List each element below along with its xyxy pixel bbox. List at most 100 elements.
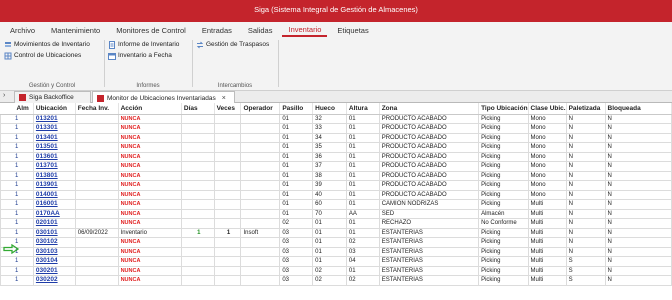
table-row[interactable]: 1 013601 NUNCA 01 36 01 PRODUCTO ACABADO Pickin… [0, 151, 672, 162]
col-ubicacion-cell[interactable]: 030101 [32, 227, 76, 238]
inventario-fecha-button[interactable]: Inventario a Fecha [108, 50, 188, 61]
col-bloqueada-cell: N [604, 265, 672, 276]
col-ubicacion-cell[interactable]: 013801 [32, 170, 76, 181]
col-hueco-header[interactable]: Hueco [312, 103, 347, 115]
inventario-fecha-label: Inventario a Fecha [118, 52, 172, 59]
col-altura-cell: 01 [345, 227, 380, 238]
col-pasillo-header[interactable]: Pasillo [279, 103, 314, 115]
col-ubicacion-cell[interactable]: 013401 [32, 132, 76, 143]
table-row[interactable]: 1 013801 NUNCA 01 38 01 PRODUCTO ACABADO Pickin… [0, 170, 672, 181]
panel-toggle-icon[interactable]: › [3, 92, 5, 99]
table-row[interactable]: 1 030104 NUNCA 03 01 04 ESTANTERIAS Picking Mult… [0, 256, 672, 267]
col-accion-header[interactable]: Acción [118, 103, 182, 115]
col-bloqueada-cell: N [604, 199, 672, 210]
col-ubicacion-cell[interactable]: 013301 [32, 123, 76, 134]
col-fecha-inv-cell [74, 246, 119, 257]
ribbon-group-intercambios: Gestión de Traspasos Intercambios [196, 39, 274, 89]
table-row[interactable]: 1 013701 NUNCA 01 37 01 PRODUCTO ACABADO Pickin… [0, 161, 672, 172]
col-paletizada-cell: N [565, 189, 606, 200]
col-altura-cell: 01 [345, 161, 380, 172]
col-veces-cell [213, 151, 242, 162]
col-operador-cell [240, 189, 281, 200]
col-bloqueada-header[interactable]: Bloqueada [605, 103, 672, 115]
table-row[interactable]: 1 013901 NUNCA 01 39 01 PRODUCTO ACABADO Pickin… [0, 180, 672, 191]
col-zona-cell: ESTANTERIAS [378, 256, 480, 267]
movimientos-inventario-button[interactable]: Movimientos de Inventario [4, 39, 100, 50]
col-bloqueada-cell: N [604, 246, 672, 257]
col-veces-header[interactable]: Veces [214, 103, 242, 115]
col-ubicacion-cell[interactable]: 030102 [32, 237, 76, 248]
col-bloqueada-cell: N [604, 275, 672, 286]
table-row[interactable]: 1 013201 NUNCA 01 32 01 PRODUCTO ACABADO Pickin… [0, 113, 672, 124]
col-ubicacion-cell[interactable]: 030103 [32, 246, 76, 257]
col-tipo-ubicacion-header[interactable]: Tipo Ubicación [478, 103, 529, 115]
col-pasillo-cell: 01 [279, 151, 314, 162]
col-fecha-inv-cell [74, 123, 119, 134]
col-ubicacion-cell[interactable]: 016001 [32, 199, 76, 210]
col-veces-cell [213, 170, 242, 181]
menu-monitores-de-control[interactable]: Monitores de Control [110, 26, 192, 37]
col-clase-ubic-cell: Multi [527, 208, 567, 219]
col-alm-header[interactable]: Alm [0, 103, 34, 115]
col-ubicacion-cell[interactable]: 013501 [32, 142, 76, 153]
col-ubicacion-cell[interactable]: 013601 [32, 151, 76, 162]
col-hueco-cell: 01 [312, 256, 347, 267]
table-row[interactable]: 1 016001 NUNCA 01 60 01 CAMION NODRIZAS Picking… [0, 199, 672, 210]
col-ubicacion-cell[interactable]: 030202 [32, 275, 76, 286]
document-tabs: › Siga Backoffice Monitor de Ubicaciones… [0, 91, 672, 104]
col-clase-ubic-cell: Multi [527, 275, 567, 286]
current-row-arrow-icon [3, 244, 19, 254]
table-row[interactable]: 1 0170AA NUNCA 01 70 AA SED Almacén Multi N N [0, 208, 672, 219]
col-bloqueada-cell: N [604, 161, 672, 172]
menu-inventario[interactable]: Inventario [282, 25, 328, 37]
menu-etiquetas[interactable]: Etiquetas [331, 26, 374, 37]
col-operador-cell [240, 275, 281, 286]
col-ubicacion-cell[interactable]: 030104 [32, 256, 76, 267]
menu-mantenimiento[interactable]: Mantenimiento [45, 26, 106, 37]
col-clase-ubic-header[interactable]: Clase Ubic. [528, 103, 567, 115]
col-fecha-inv-header[interactable]: Fecha Inv. [75, 103, 119, 115]
col-dias-cell [180, 123, 215, 134]
col-ubicacion-cell[interactable]: 030201 [32, 265, 76, 276]
menu-entradas[interactable]: Entradas [196, 26, 238, 37]
col-paletizada-header[interactable]: Paletizada [566, 103, 606, 115]
col-accion-cell: NUNCA [117, 170, 182, 181]
col-operador-cell [240, 170, 281, 181]
close-icon[interactable]: × [222, 95, 226, 102]
col-ubicacion-cell[interactable]: 0170AA [32, 208, 76, 219]
col-ubicacion-cell[interactable]: 020101 [32, 218, 76, 229]
col-dias-cell [180, 142, 215, 153]
table-row[interactable]: 1 013501 NUNCA 01 35 01 PRODUCTO ACABADO Pickin… [0, 142, 672, 153]
table-row[interactable]: 1 013401 NUNCA 01 34 01 PRODUCTO ACABADO Pickin… [0, 132, 672, 143]
ribbon-group-informes: Informe de Inventario Inventario a Fecha… [108, 39, 188, 89]
table-row[interactable]: 1 020101 NUNCA 02 01 01 RECHAZO No Conforme Mult… [0, 218, 672, 229]
informe-inventario-button[interactable]: Informe de Inventario [108, 39, 188, 50]
table-row[interactable]: 1 030202 NUNCA 03 02 02 ESTANTERIAS Picking Mult… [0, 275, 672, 286]
col-zona-cell: ESTANTERIAS [378, 237, 480, 248]
col-ubicacion-cell[interactable]: 014001 [32, 189, 76, 200]
col-ubicacion-cell[interactable]: 013901 [32, 180, 76, 191]
col-ubicacion-cell[interactable]: 013201 [32, 113, 76, 124]
gestion-traspasos-button[interactable]: Gestión de Traspasos [196, 39, 274, 50]
table-row[interactable]: 1 013301 NUNCA 01 33 01 PRODUCTO ACABADO Pickin… [0, 123, 672, 134]
col-dias-header[interactable]: Días [181, 103, 215, 115]
table-row[interactable]: 1 030102 NUNCA 03 01 02 ESTANTERIAS Picking Mult… [0, 237, 672, 248]
menu-salidas[interactable]: Salidas [242, 26, 279, 37]
table-row[interactable]: 1 030201 NUNCA 03 02 01 ESTANTERIAS Picking Mult… [0, 265, 672, 276]
col-ubicacion-header[interactable]: Ubicación [33, 103, 76, 115]
col-dias-cell: 1 [180, 227, 215, 238]
col-operador-header[interactable]: Operador [240, 103, 281, 115]
table-row[interactable]: 1 030103 NUNCA 03 01 03 ESTANTERIAS Picking Mult… [0, 246, 672, 257]
col-fecha-inv-cell: 06/09/2022 [74, 227, 119, 238]
col-ubicacion-cell[interactable]: 013701 [32, 161, 76, 172]
menu-archivo[interactable]: Archivo [4, 26, 41, 37]
col-alm-cell: 1 [0, 113, 34, 124]
col-pasillo-cell: 03 [279, 265, 314, 276]
tab-siga-backoffice[interactable]: Siga Backoffice [14, 91, 91, 103]
table-row[interactable]: 1 030101 06/09/2022 Inventario 1 1 Insoft 03 01 0… [0, 227, 672, 238]
col-altura-header[interactable]: Altura [346, 103, 380, 115]
table-row[interactable]: 1 014001 NUNCA 01 40 01 PRODUCTO ACABADO Pickin… [0, 189, 672, 200]
col-tipo-ubicacion-cell: No Conforme [478, 218, 529, 229]
control-ubicaciones-button[interactable]: Control de Ubicaciones [4, 50, 100, 61]
col-zona-header[interactable]: Zona [379, 103, 480, 115]
